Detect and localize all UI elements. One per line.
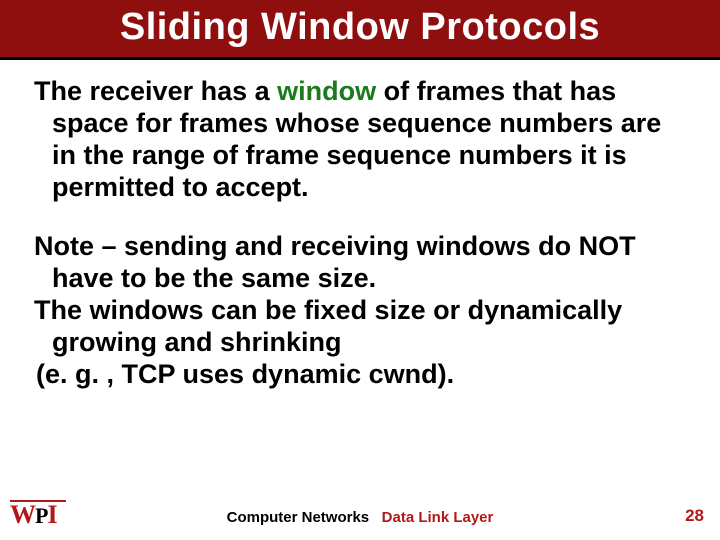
paragraph-note: Note – sending and receiving windows do … [34, 231, 686, 295]
footer-course: Computer Networks [227, 509, 370, 526]
slide-footer: W P I Computer Networks Data Link Layer … [0, 502, 720, 530]
footer-center: Computer Networks Data Link Layer [0, 509, 720, 526]
paragraph-fixed-dynamic: The windows can be fixed size or dynamic… [34, 295, 686, 359]
page-number: 28 [685, 506, 704, 526]
paragraph-receiver-window: The receiver has a window of frames that… [34, 76, 686, 203]
slide-title: Sliding Window Protocols [0, 0, 720, 60]
paragraph-tcp-example: (e. g. , TCP uses dynamic cwnd). [34, 359, 686, 391]
keyword-window: window [277, 76, 376, 106]
slide: Sliding Window Protocols The receiver ha… [0, 0, 720, 540]
slide-body: The receiver has a window of frames that… [0, 60, 720, 391]
footer-topic: Data Link Layer [382, 509, 494, 526]
text: The receiver has a [34, 76, 277, 106]
